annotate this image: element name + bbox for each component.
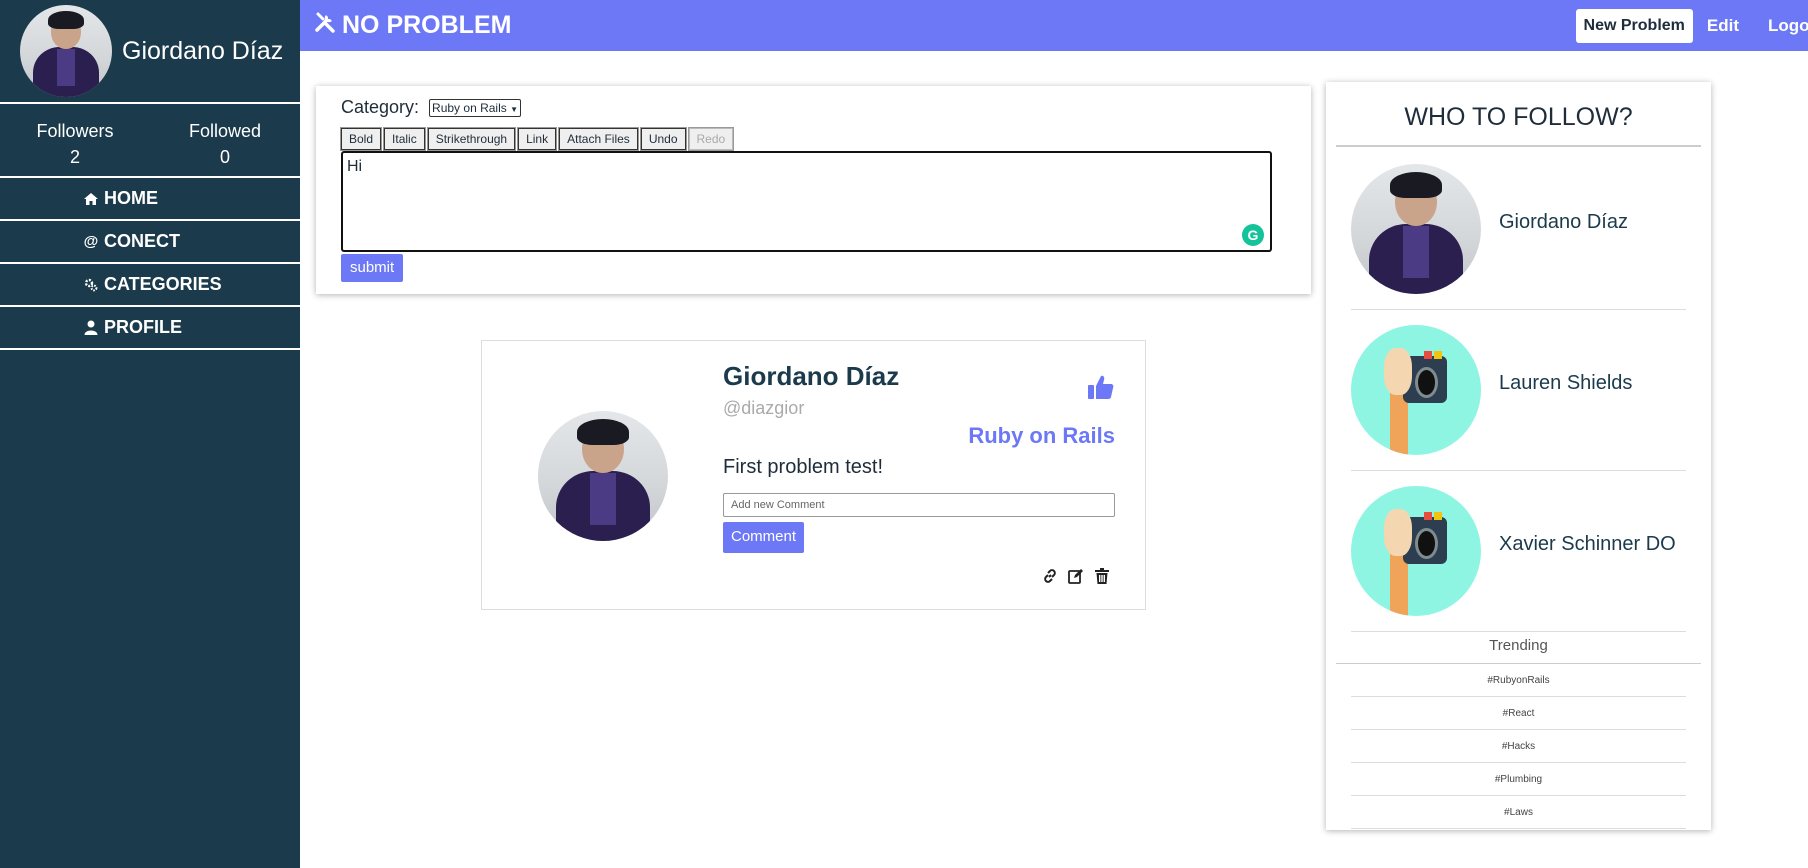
sidebar-item-label: PROFILE <box>104 317 183 337</box>
bold-button[interactable]: Bold <box>339 127 383 151</box>
tools-icon <box>314 11 336 40</box>
logout-link[interactable]: Logout <box>1768 16 1808 36</box>
follow-name[interactable]: Xavier Schinner DO <box>1499 533 1676 556</box>
sidebar-stats: Followers 2 Followed 0 <box>0 104 300 178</box>
avatar[interactable] <box>1351 325 1481 455</box>
sidebar-item-profile[interactable]: PROFILE <box>0 307 300 350</box>
link-icon[interactable] <box>1041 567 1059 585</box>
new-problem-button[interactable]: New Problem <box>1575 8 1693 43</box>
follow-name[interactable]: Giordano Díaz <box>1499 211 1628 234</box>
post-body: First problem test! <box>723 456 884 478</box>
post-handle: @diazgior <box>723 398 805 418</box>
category-label: Category: <box>341 97 420 117</box>
trending-item[interactable]: #React <box>1351 697 1686 730</box>
edit-link[interactable]: Edit <box>1707 16 1739 36</box>
followers-stat: Followers 2 <box>0 104 150 176</box>
sidebar: Giordano Díaz Followers 2 Followed 0 HOM… <box>0 0 300 868</box>
cogs-icon <box>82 278 100 292</box>
edit-icon[interactable] <box>1067 567 1085 585</box>
who-to-follow-panel: WHO TO FOLLOW? Giordano Díaz Lauren Shie… <box>1326 82 1711 830</box>
strikethrough-button[interactable]: Strikethrough <box>426 127 517 151</box>
at-icon: @ <box>83 233 99 250</box>
link-button[interactable]: Link <box>517 127 558 151</box>
follow-item[interactable]: Giordano Díaz <box>1351 149 1686 310</box>
chevron-down-icon: ▼ <box>510 104 519 114</box>
topbar: NO PROBLEM New Problem Edit Logout <box>300 0 1808 51</box>
followers-count: 2 <box>69 147 80 167</box>
editor-toolbar: Bold Italic Strikethrough Link Attach Fi… <box>339 127 736 151</box>
trending-title: Trending <box>1336 628 1701 664</box>
sidebar-item-categories[interactable]: CATEGORIES <box>0 264 300 307</box>
top-actions: New Problem Edit Logout <box>1575 8 1808 43</box>
follow-name[interactable]: Lauren Shields <box>1499 372 1632 395</box>
comment-button[interactable]: Comment <box>723 522 805 553</box>
sidebar-item-label: CONECT <box>104 231 180 251</box>
followed-stat: Followed 0 <box>150 104 300 176</box>
sidebar-item-label: CATEGORIES <box>104 274 222 294</box>
submit-button[interactable]: submit <box>341 254 404 282</box>
sidebar-item-conect[interactable]: @ CONECT <box>0 221 300 264</box>
who-to-follow-title: WHO TO FOLLOW? <box>1336 82 1701 147</box>
home-icon <box>82 192 100 206</box>
post-author[interactable]: Giordano Díaz <box>723 361 899 392</box>
category-select[interactable]: Ruby on Rails ▼ <box>429 98 522 117</box>
followed-count: 0 <box>219 147 230 167</box>
comment-input[interactable]: Add new Comment <box>723 493 1115 517</box>
brand[interactable]: NO PROBLEM <box>314 11 511 40</box>
user-icon <box>82 320 100 335</box>
trending-item[interactable]: #Plumbing <box>1351 763 1686 796</box>
avatar[interactable] <box>1351 486 1481 616</box>
attach-files-button[interactable]: Attach Files <box>558 127 639 151</box>
italic-button[interactable]: Italic <box>383 127 426 151</box>
follow-item[interactable]: Xavier Schinner DO <box>1351 471 1686 632</box>
follow-item[interactable]: Lauren Shields <box>1351 310 1686 471</box>
post-category[interactable]: Ruby on Rails <box>968 423 1115 449</box>
sidebar-profile: Giordano Díaz <box>0 0 300 104</box>
category-row: Category: Ruby on Rails ▼ <box>341 97 522 118</box>
avatar[interactable] <box>538 411 668 541</box>
thumbs-up-icon[interactable] <box>1087 373 1115 406</box>
trending-item[interactable]: #RubyonRails <box>1351 664 1686 697</box>
category-selected: Ruby on Rails <box>432 100 507 115</box>
trending-item[interactable]: #Laws <box>1351 796 1686 829</box>
brand-title: NO PROBLEM <box>342 11 512 39</box>
avatar[interactable] <box>1351 164 1481 294</box>
trending-item[interactable]: #Hacks <box>1351 730 1686 763</box>
redo-button: Redo <box>687 127 735 151</box>
post-actions <box>1033 567 1111 585</box>
avatar[interactable] <box>20 5 112 97</box>
grammarly-icon[interactable]: G <box>1242 224 1264 246</box>
followers-label: Followers <box>36 121 114 141</box>
trash-icon[interactable] <box>1093 567 1111 585</box>
followed-label: Followed <box>188 121 262 141</box>
problem-editor[interactable]: Hi G <box>341 151 1272 252</box>
sidebar-user-name: Giordano Díaz <box>122 36 284 65</box>
editor-text: Hi <box>347 158 363 175</box>
problem-post: Giordano Díaz @diazgior Ruby on Rails Fi… <box>481 340 1146 610</box>
sidebar-item-label: HOME <box>104 188 158 208</box>
problem-composer: Category: Ruby on Rails ▼ Bold Italic St… <box>316 86 1311 294</box>
undo-button[interactable]: Undo <box>639 127 687 151</box>
sidebar-item-home[interactable]: HOME <box>0 178 300 221</box>
